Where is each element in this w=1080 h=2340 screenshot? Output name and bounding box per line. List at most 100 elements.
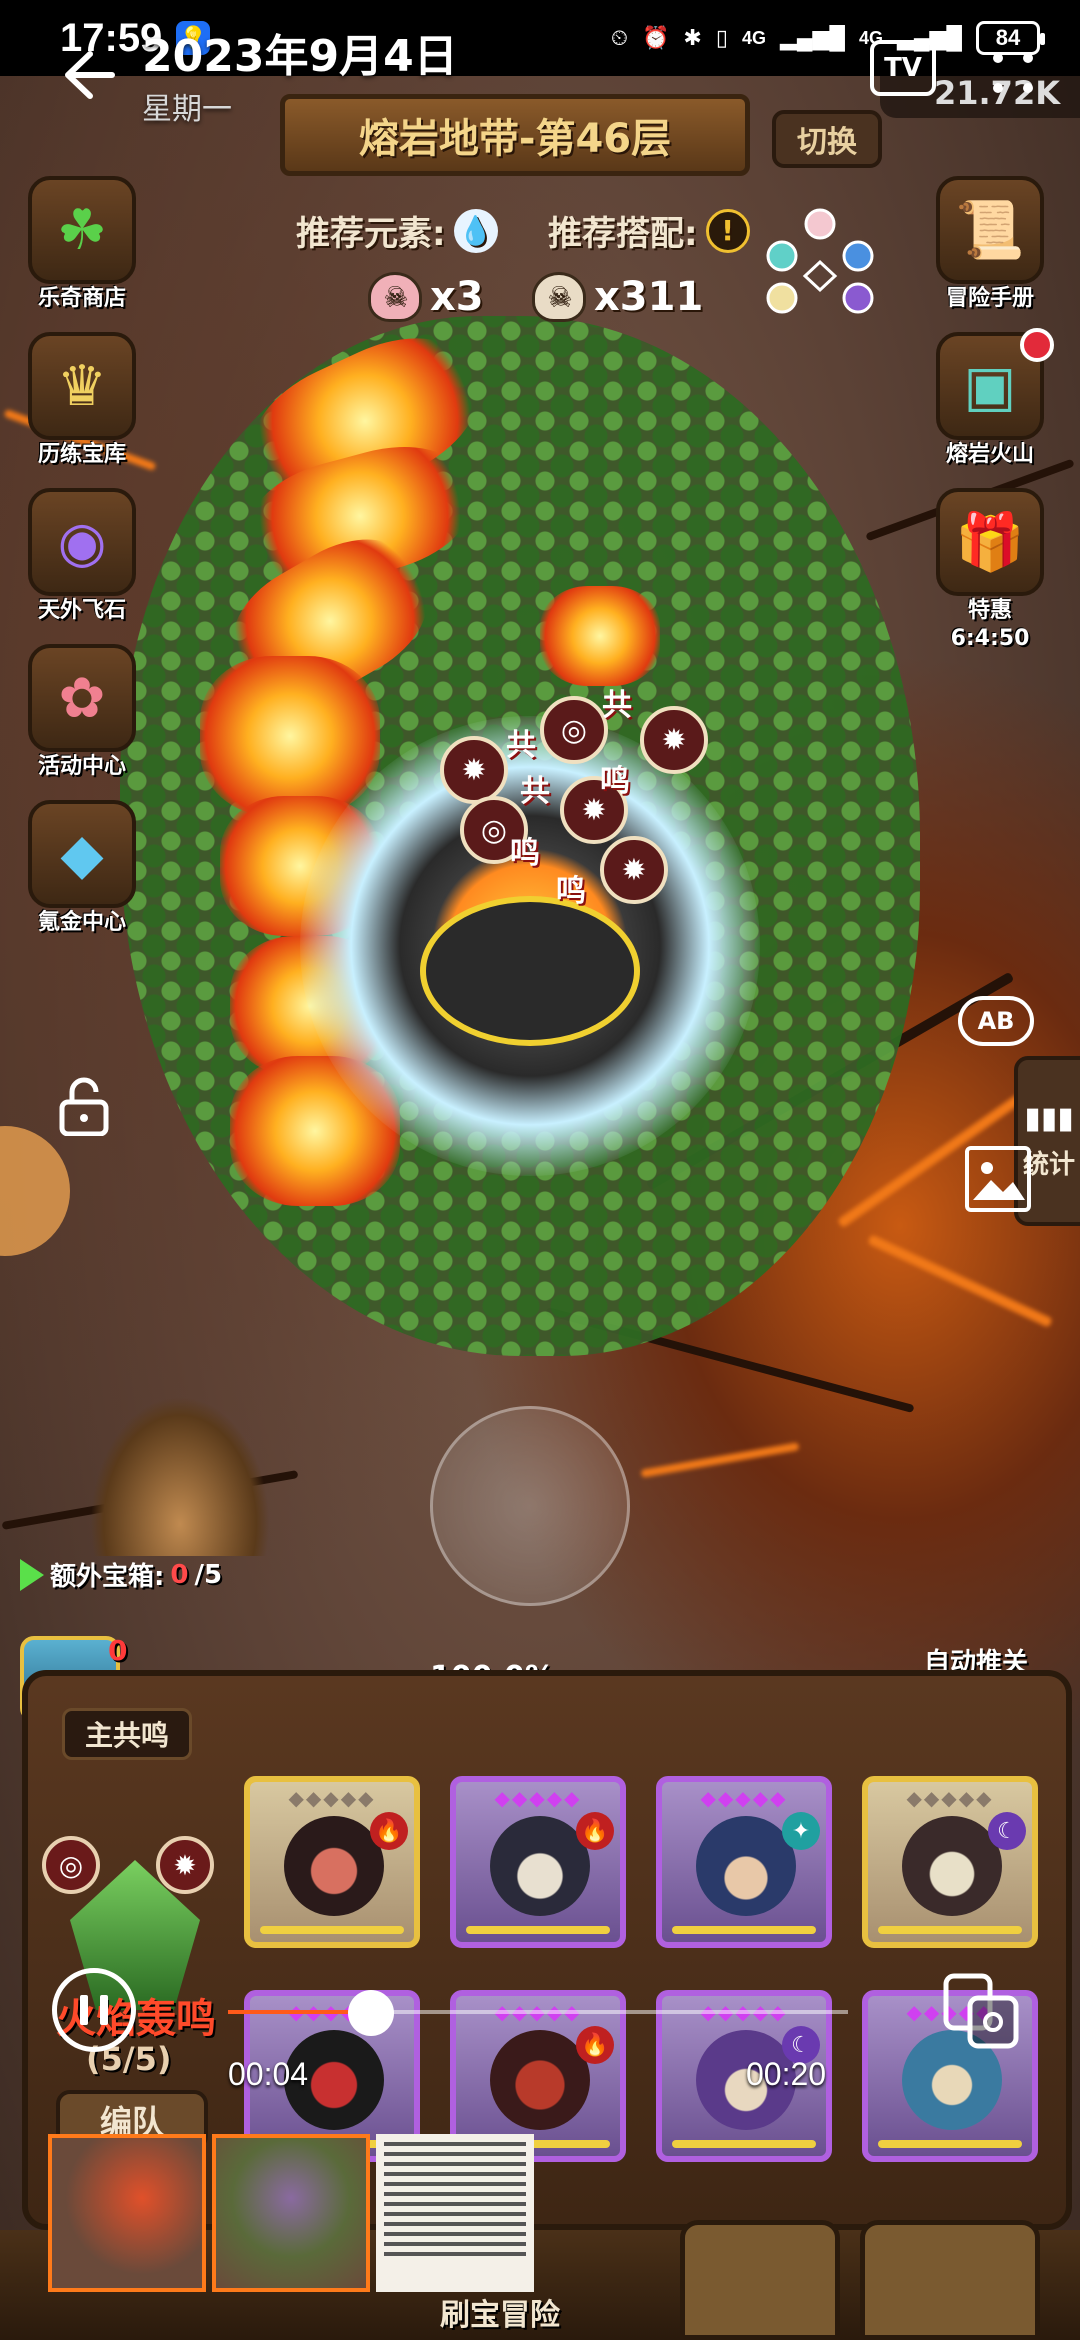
side-menu-treasury[interactable]: ♛ 历练宝库 bbox=[22, 332, 142, 468]
skill-target-icon: ◎ bbox=[540, 696, 608, 764]
signal-icon: ▂▄▆█ bbox=[779, 25, 845, 50]
doc-line bbox=[384, 2152, 526, 2156]
skill-burst-icon: ✹ bbox=[640, 706, 708, 774]
cast-tv-icon[interactable]: TV bbox=[870, 40, 936, 96]
water-element-icon[interactable]: 💧 bbox=[453, 208, 498, 253]
rank-stars: ◆◆◆◆◆ bbox=[288, 1786, 376, 1810]
side-menu-handbook[interactable]: 📜 冒险手册 bbox=[930, 176, 1050, 312]
floating-text: 共 bbox=[520, 774, 550, 809]
fire-effect bbox=[540, 586, 660, 686]
video-seek-bar[interactable] bbox=[228, 2010, 848, 2014]
bluetooth-icon: ✱ bbox=[683, 25, 702, 50]
viewer-date-title: 2023年9月4日 bbox=[142, 31, 458, 82]
doc-line bbox=[384, 2242, 526, 2246]
switch-button[interactable]: 切换 bbox=[772, 110, 882, 168]
side-menu-label: 特惠 bbox=[967, 598, 1012, 623]
side-menu-deals[interactable]: 🎁 特惠 6:4:50 bbox=[930, 488, 1050, 652]
clover-icon: ☘ bbox=[28, 176, 136, 284]
fire-element-icon: 🔥 bbox=[370, 1812, 408, 1850]
doc-line bbox=[384, 2172, 526, 2176]
doc-line bbox=[384, 2212, 526, 2216]
lava-flow bbox=[640, 1442, 800, 1478]
side-menu-volcano[interactable]: ▣ 熔岩火山 bbox=[930, 328, 1054, 468]
more-options-icon[interactable] bbox=[980, 40, 1046, 106]
bar-chart-icon: ▮▮▮ bbox=[1024, 1101, 1074, 1136]
skill-burst-icon: ✹ bbox=[440, 736, 508, 804]
hero-portrait bbox=[284, 1816, 384, 1916]
doc-line bbox=[384, 2162, 526, 2166]
fire-element-icon: 🔥 bbox=[576, 2026, 614, 2064]
side-float-button[interactable] bbox=[0, 1126, 70, 1256]
video-current-time: 00:04 bbox=[228, 2056, 309, 2092]
hero-level-bar bbox=[878, 2140, 1022, 2148]
hero-portrait bbox=[490, 2030, 590, 2130]
side-menu-shop[interactable]: ☘ 乐奇商店 bbox=[22, 176, 142, 312]
pause-button[interactable] bbox=[52, 1968, 136, 2052]
side-menu-events[interactable]: ✿ 活动中心 bbox=[22, 644, 142, 780]
network-label-1: 4G bbox=[741, 28, 766, 48]
side-menu-label: 天外飞石 bbox=[37, 598, 126, 623]
thumbnail-video-2[interactable] bbox=[212, 2134, 370, 2292]
video-seek-fill bbox=[228, 2010, 352, 2014]
kill-counter-b: ☠ x311 bbox=[532, 272, 703, 322]
dock-label-adventure[interactable]: 刷宝冒险 bbox=[440, 2290, 560, 2334]
recommend-element: 推荐元素: 💧 bbox=[296, 206, 498, 255]
skill-burst-icon: ✹ bbox=[600, 836, 668, 904]
unlock-icon[interactable] bbox=[58, 1076, 110, 1137]
rank-stars: ◆◆◆◆◆ bbox=[700, 1786, 788, 1810]
doc-line bbox=[384, 2252, 526, 2256]
hero-card[interactable]: ◆◆◆◆◆ 🔥 bbox=[450, 1776, 626, 1948]
thumbnail-strip bbox=[48, 2134, 534, 2292]
hero-level-bar bbox=[466, 1926, 610, 1934]
floating-text: 鸣 bbox=[556, 874, 586, 909]
rank-stars: ◆◆◆◆◆ bbox=[494, 1786, 582, 1810]
skull-icon: ☠ bbox=[368, 272, 422, 322]
hero-portrait bbox=[902, 1816, 1002, 1916]
floating-text: 共 bbox=[602, 688, 632, 723]
main-resonance-tag[interactable]: 主共鸣 bbox=[62, 1708, 192, 1760]
side-menu-label: 乐奇商店 bbox=[37, 286, 126, 311]
gift-box-icon: 🎁 bbox=[936, 488, 1044, 596]
thumbnail-document[interactable] bbox=[376, 2134, 534, 2292]
pause-bar bbox=[100, 1995, 108, 2025]
hero-card[interactable]: ◆◆◆◆◆ ☾ bbox=[862, 1776, 1038, 1948]
side-menu-label: 冒险手册 bbox=[945, 286, 1034, 311]
hero-card[interactable]: ◆◆◆◆◆ ✦ bbox=[656, 1776, 832, 1948]
warning-icon[interactable]: ! bbox=[705, 208, 750, 253]
resonance-target-icon[interactable]: ◎ bbox=[42, 1836, 100, 1894]
play-triangle-icon bbox=[20, 1558, 44, 1591]
resonance-burst-icon[interactable]: ✹ bbox=[156, 1836, 214, 1894]
lava-flow bbox=[867, 1234, 1053, 1328]
floating-text: 鸣 bbox=[510, 836, 540, 871]
side-menu-label: 熔岩火山 bbox=[945, 442, 1034, 467]
ab-repeat-button[interactable]: AB bbox=[958, 996, 1034, 1046]
combo-elements-icon[interactable] bbox=[760, 206, 880, 326]
hero-card[interactable]: ◆◆◆◆◆ 🔥 bbox=[244, 1776, 420, 1948]
extra-chest-value: 0 bbox=[170, 1559, 189, 1590]
side-menu-meteor[interactable]: ◉ 天外飞石 bbox=[22, 488, 142, 624]
kills-b-value: x311 bbox=[594, 274, 704, 320]
diamond-icon: ◆ bbox=[28, 800, 136, 908]
thumbnail-video-1[interactable] bbox=[48, 2134, 206, 2292]
wind-element-icon: ✦ bbox=[782, 1812, 820, 1850]
recommend-combo: 推荐搭配: ! bbox=[548, 206, 750, 255]
virtual-joystick[interactable] bbox=[430, 1406, 630, 1606]
side-menu-topup[interactable]: ◆ 氪金中心 bbox=[22, 800, 142, 936]
image-icon[interactable] bbox=[965, 1146, 1031, 1212]
extra-chest-label: 额外宝箱: bbox=[50, 1562, 165, 1592]
hero-level-bar bbox=[260, 1926, 404, 1934]
deal-timer: 6:4:50 bbox=[950, 626, 1030, 651]
back-arrow-icon[interactable] bbox=[50, 40, 120, 110]
side-menu-label: 活动中心 bbox=[37, 754, 126, 779]
dock-tab-forge[interactable] bbox=[860, 2220, 1040, 2340]
video-seek-knob[interactable] bbox=[348, 1990, 394, 2036]
copy-frame-icon[interactable] bbox=[940, 1970, 1022, 2052]
recommend-combo-label: 推荐搭配: bbox=[548, 214, 698, 254]
dock-tab-bag[interactable] bbox=[680, 2220, 840, 2340]
skull-icon: ☠ bbox=[532, 272, 586, 322]
floating-text: 鸣 bbox=[600, 764, 630, 799]
side-menu-label: 历练宝库 bbox=[37, 442, 126, 467]
rank-stars: ◆◆◆◆◆ bbox=[906, 1786, 994, 1810]
speed-icon: ⏲ bbox=[610, 25, 628, 50]
hero-level-bar bbox=[672, 2140, 816, 2148]
